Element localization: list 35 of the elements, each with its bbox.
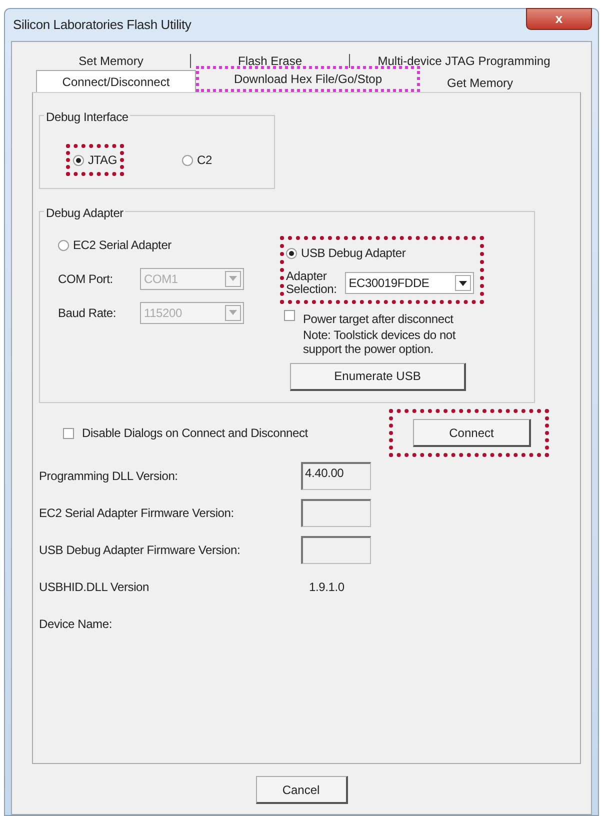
tab[interactable]: Download Hex File/Go/Stop xyxy=(202,70,414,88)
enumerate-usb-button[interactable]: Enumerate USB xyxy=(290,362,466,391)
checkbox[interactable] xyxy=(284,310,295,322)
checkbox[interactable] xyxy=(63,428,74,438)
dropdown-field[interactable]: EC30019FDDE xyxy=(344,272,474,294)
radio-button[interactable]: USB Debug Adapter xyxy=(286,244,474,262)
version-field: 4.40.00 xyxy=(301,462,371,490)
version-field xyxy=(301,536,371,564)
field-label: EC2 Serial Adapter Firmware Version: xyxy=(39,504,235,522)
field-label: Device Name: xyxy=(39,616,113,632)
caret-icon xyxy=(459,280,467,286)
checkbox-label: Disable Dialogs on Connect and Disconnect xyxy=(82,425,308,442)
tab[interactable]: Flash Erase xyxy=(195,52,345,70)
field-label: Programming DLL Version: xyxy=(39,468,179,484)
field-label: Adapter Selection: xyxy=(286,270,338,296)
cancel-button[interactable]: Cancel xyxy=(256,776,348,804)
version-field xyxy=(301,498,371,526)
tab[interactable]: Connect/Disconnect xyxy=(36,70,196,92)
window-title: Silicon Laboratories Flash Utility xyxy=(13,16,192,34)
caret-icon xyxy=(229,310,237,315)
tab[interactable]: Set Memory xyxy=(36,52,186,70)
note-text: Note: Toolstick devices do not support the power option. xyxy=(303,329,457,357)
field-label: USB Debug Adapter Firmware Version: xyxy=(39,542,242,558)
connect-button[interactable]: Connect xyxy=(413,419,531,447)
radio-button[interactable]: C2 xyxy=(182,144,212,176)
field-label: Baud Rate: xyxy=(58,304,118,322)
version-text: 1.9.1.0 xyxy=(309,578,344,596)
tab[interactable]: Multi-device JTAG Programming xyxy=(354,52,574,70)
checkbox-label: Power target after disconnect xyxy=(303,311,454,328)
caret-icon xyxy=(229,276,237,281)
radio-button[interactable]: JTAG xyxy=(73,151,117,169)
close-button[interactable]: x xyxy=(526,8,592,30)
field-label: USBHID.DLL Version xyxy=(39,578,150,596)
tab[interactable]: Get Memory xyxy=(420,74,540,92)
field-label: COM Port: xyxy=(58,270,114,288)
